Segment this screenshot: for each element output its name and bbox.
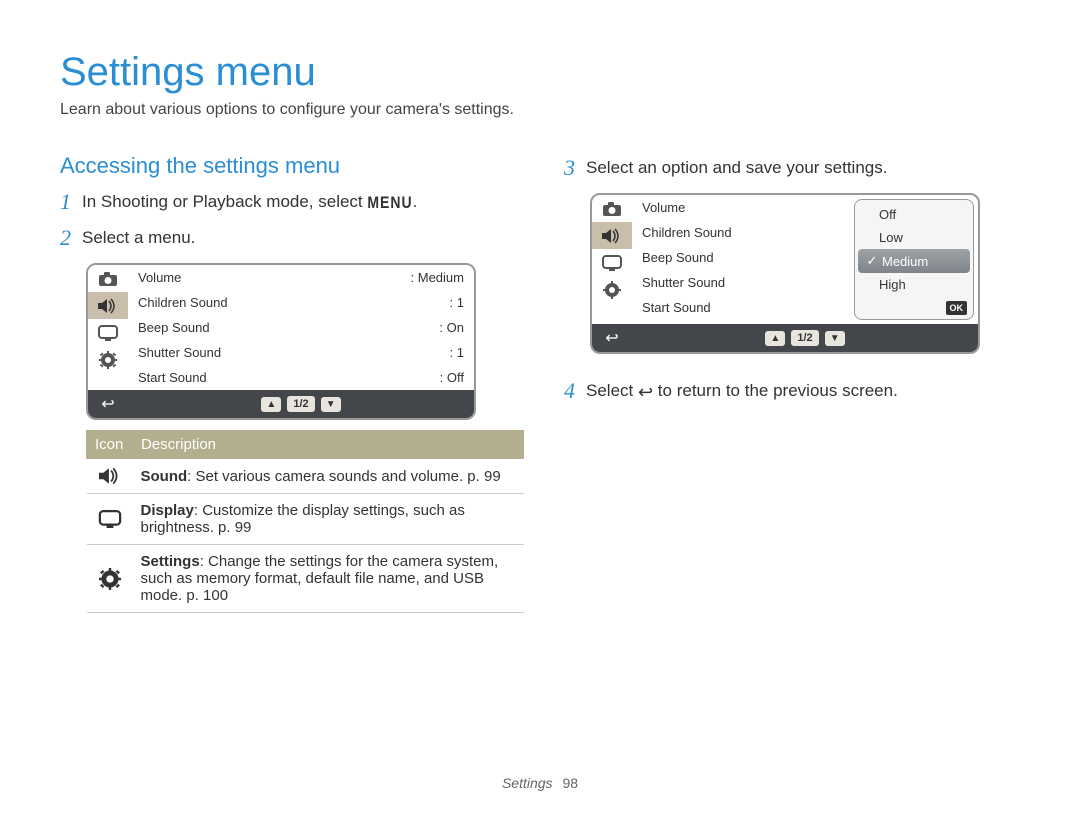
option-item: High — [855, 273, 973, 296]
menu-row: Beep SoundOn — [128, 315, 474, 340]
device-menu-list: Volume Children Sound Beep Sound Shutter… — [632, 195, 850, 324]
page-footer: Settings 98 — [0, 775, 1080, 791]
step-text-prefix: In Shooting or Playback mode, select — [82, 192, 367, 211]
option-item: Off — [855, 203, 973, 226]
step-4: 4 Select ↩ to return to the previous scr… — [564, 380, 1020, 402]
menu-row-label: Shutter Sound — [642, 275, 840, 290]
step-3: 3 Select an option and save your setting… — [564, 157, 1020, 179]
back-icon: ↩ — [88, 394, 128, 414]
gear-icon — [87, 545, 133, 613]
menu-row: Beep Sound — [632, 245, 850, 270]
menu-row: Shutter Sound — [632, 270, 850, 295]
device-screen-menu: VolumeMedium Children Sound1 Beep SoundO… — [86, 263, 476, 420]
menu-row: Children Sound1 — [128, 290, 474, 315]
device-sidebar — [592, 195, 632, 324]
device-sidebar — [88, 265, 128, 390]
menu-row-label: Beep Sound — [642, 250, 840, 265]
menu-row: Volume — [632, 195, 850, 220]
camera-icon — [88, 265, 128, 292]
step-text: In Shooting or Playback mode, select MEN… — [82, 191, 524, 213]
camera-icon — [592, 195, 632, 222]
device-footer: ↩ ▲ 1/2 ▼ — [592, 324, 978, 352]
back-icon: ↩ — [592, 328, 632, 348]
check-icon: ✓ — [866, 253, 878, 269]
option-label: Low — [879, 230, 903, 245]
footer-page-number: 98 — [562, 775, 578, 791]
page-up-icon: ▲ — [261, 397, 281, 412]
menu-row: Start SoundOff — [128, 365, 474, 390]
icon-description-table: Icon Description Sound: Set various came… — [86, 430, 524, 613]
option-label: Off — [879, 207, 896, 222]
menu-row-value: 1 — [450, 345, 464, 360]
device-menu-list: VolumeMedium Children Sound1 Beep SoundO… — [128, 265, 474, 390]
menu-row: Children Sound — [632, 220, 850, 245]
menu-row-label: Children Sound — [642, 225, 840, 240]
menu-row-label: Children Sound — [138, 295, 450, 310]
display-icon — [88, 319, 128, 346]
table-row: Settings: Change the settings for the ca… — [87, 545, 524, 613]
table-row: Display: Customize the display settings,… — [87, 494, 524, 545]
table-header-icon: Icon — [87, 431, 133, 459]
menu-row: Start Sound — [632, 295, 850, 320]
gear-icon — [88, 346, 128, 373]
menu-row-label: Shutter Sound — [138, 345, 450, 360]
footer-section: Settings — [502, 775, 553, 791]
menu-row-label: Start Sound — [642, 300, 840, 315]
ok-button: OK — [946, 301, 968, 315]
step-text-suffix: . — [413, 192, 418, 211]
display-icon — [87, 494, 133, 545]
sound-icon — [88, 292, 128, 319]
menu-row: VolumeMedium — [128, 265, 474, 290]
menu-row-value: Medium — [411, 270, 464, 285]
menu-row-label: Volume — [138, 270, 411, 285]
device-screen-option: Volume Children Sound Beep Sound Shutter… — [590, 193, 980, 354]
step-text: Select an option and save your settings. — [586, 157, 1020, 179]
menu-row-value: 1 — [450, 295, 464, 310]
back-icon: ↩ — [638, 383, 653, 401]
pager-label: 1/2 — [287, 396, 314, 412]
table-header-description: Description — [133, 431, 524, 459]
step-number: 3 — [564, 157, 586, 179]
menu-row: Shutter Sound1 — [128, 340, 474, 365]
option-label: Medium — [882, 254, 928, 269]
table-cell-description: Sound: Set various camera sounds and vol… — [133, 459, 524, 494]
sound-icon — [592, 222, 632, 249]
step-2: 2 Select a menu. — [60, 227, 524, 249]
menu-row-label: Volume — [642, 200, 840, 215]
step-text-prefix: Select — [586, 381, 638, 400]
step-text-suffix: to return to the previous screen. — [653, 381, 898, 400]
display-icon — [592, 249, 632, 276]
menu-label: MENU — [367, 189, 412, 215]
option-item-selected: ✓ Medium — [858, 249, 970, 273]
menu-row-value: On — [439, 320, 464, 335]
menu-row-label: Beep Sound — [138, 320, 439, 335]
step-text: Select a menu. — [82, 227, 524, 249]
option-label: High — [879, 277, 906, 292]
step-text: Select ↩ to return to the previous scree… — [586, 380, 1020, 402]
table-cell-description: Display: Customize the display settings,… — [133, 494, 524, 545]
menu-row-value: Off — [440, 370, 464, 385]
option-popup: Off Low ✓ Medium High OK — [854, 199, 974, 320]
page-title: Settings menu — [60, 50, 1020, 95]
section-heading: Accessing the settings menu — [60, 153, 524, 179]
page-subtitle: Learn about various options to configure… — [60, 101, 1020, 119]
table-row: Sound: Set various camera sounds and vol… — [87, 459, 524, 494]
page-up-icon: ▲ — [765, 331, 785, 346]
menu-row-label: Start Sound — [138, 370, 440, 385]
step-number: 1 — [60, 191, 82, 213]
step-1: 1 In Shooting or Playback mode, select M… — [60, 191, 524, 213]
step-number: 4 — [564, 380, 586, 402]
step-number: 2 — [60, 227, 82, 249]
page-down-icon: ▼ — [825, 331, 845, 346]
pager-label: 1/2 — [791, 330, 818, 346]
sound-icon — [87, 459, 133, 494]
device-footer: ↩ ▲ 1/2 ▼ — [88, 390, 474, 418]
option-item: Low — [855, 226, 973, 249]
table-cell-description: Settings: Change the settings for the ca… — [133, 545, 524, 613]
page-down-icon: ▼ — [321, 397, 341, 412]
gear-icon — [592, 276, 632, 303]
